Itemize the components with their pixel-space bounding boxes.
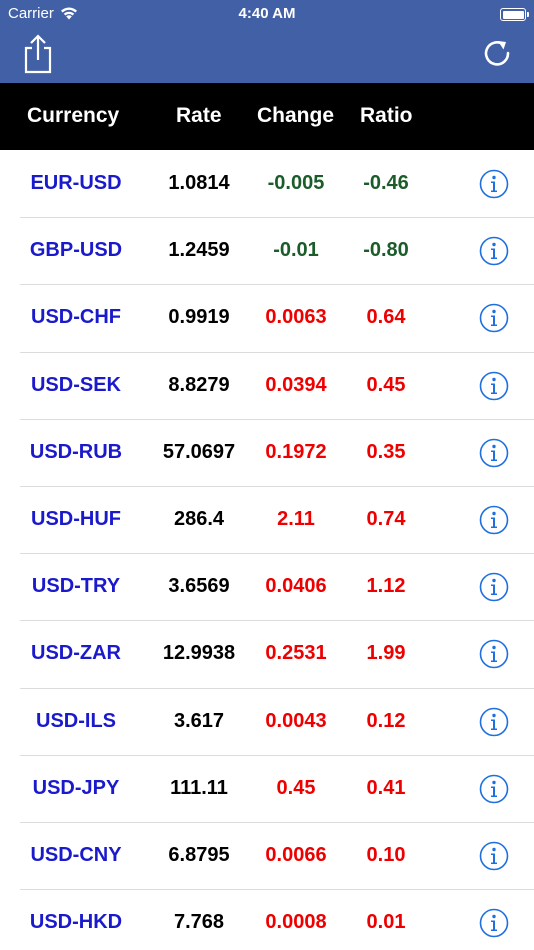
info-icon[interactable] xyxy=(479,841,509,871)
ratio-value: 0.10 xyxy=(366,843,406,866)
refresh-icon[interactable] xyxy=(482,38,512,68)
currency-pair: USD-HUF xyxy=(31,507,121,530)
currency-pair: USD-JPY xyxy=(32,776,120,799)
column-header-rate[interactable]: Rate xyxy=(176,104,222,128)
battery-icon xyxy=(500,8,529,21)
table-row[interactable]: USD-RUB 57.0697 0.1972 0.35 xyxy=(0,419,534,487)
change-value: 0.45 xyxy=(276,776,316,799)
change-value: 0.0066 xyxy=(265,843,327,866)
change-value: -0.005 xyxy=(267,172,325,194)
change-value: 0.2531 xyxy=(265,642,327,665)
ratio-value: 1.99 xyxy=(366,642,406,665)
rate-value: 12.9938 xyxy=(162,642,236,665)
ratio-value: 0.64 xyxy=(366,306,406,329)
table-row[interactable]: USD-ILS 3.617 0.0043 0.12 xyxy=(0,688,534,756)
info-icon[interactable] xyxy=(479,303,509,333)
info-icon[interactable] xyxy=(479,774,509,804)
info-icon[interactable] xyxy=(479,707,509,737)
change-value: 0.0043 xyxy=(265,709,327,732)
ratio-value: 1.12 xyxy=(366,575,406,598)
ratio-value: -0.80 xyxy=(363,239,409,262)
ratio-value: 0.12 xyxy=(366,709,406,732)
ratio-value: 0.01 xyxy=(366,911,406,934)
rate-value: 6.8795 xyxy=(168,843,230,866)
currency-pair: USD-HKD xyxy=(29,911,123,934)
change-value: 0.0008 xyxy=(265,911,327,934)
change-value: 2.11 xyxy=(277,507,315,530)
rate-value: 1.2459 xyxy=(168,239,230,262)
navigation-bar: Carrier 4:40 AM xyxy=(0,0,534,83)
rate-value: 0.9919 xyxy=(168,306,230,329)
info-icon[interactable] xyxy=(479,169,509,199)
info-icon[interactable] xyxy=(479,438,509,468)
rate-value: 8.8279 xyxy=(168,373,230,396)
info-icon[interactable] xyxy=(479,371,509,401)
rate-value: 3.6569 xyxy=(168,575,230,598)
change-value: 0.0406 xyxy=(265,575,327,598)
column-header-currency[interactable]: Currency xyxy=(27,104,119,128)
share-icon[interactable] xyxy=(22,34,54,74)
currency-pair: USD-TRY xyxy=(31,575,121,598)
currency-pair: USD-CHF xyxy=(31,306,121,329)
rate-value: 286.4 xyxy=(173,507,225,530)
table-row[interactable]: USD-CNY 6.8795 0.0066 0.10 xyxy=(0,822,534,891)
table-row[interactable]: USD-HUF 286.4 2.11 0.74 xyxy=(0,486,534,555)
column-header-change[interactable]: Change xyxy=(257,104,334,128)
currency-pair: EUR-USD xyxy=(30,172,122,194)
currency-pair: USD-CNY xyxy=(30,843,122,866)
table-row[interactable]: USD-CHF 0.9919 0.0063 0.64 xyxy=(0,284,534,353)
info-icon[interactable] xyxy=(479,639,509,669)
table-row[interactable]: USD-HKD 7.768 0.0008 0.01 xyxy=(0,889,534,950)
ratio-value: 0.41 xyxy=(366,776,406,799)
column-header-ratio[interactable]: Ratio xyxy=(360,104,413,128)
info-icon[interactable] xyxy=(479,908,509,938)
ratio-value: 0.45 xyxy=(366,373,406,396)
status-time: 4:40 AM xyxy=(238,5,296,22)
ratio-value: -0.46 xyxy=(363,172,409,194)
info-icon[interactable] xyxy=(479,572,509,602)
rate-value: 111.11 xyxy=(170,776,228,799)
rate-value: 3.617 xyxy=(173,709,225,732)
change-value: 0.1972 xyxy=(265,440,327,463)
change-value: -0.01 xyxy=(273,239,319,262)
ratio-value: 0.35 xyxy=(366,440,406,463)
rate-value: 7.768 xyxy=(173,911,225,934)
info-icon[interactable] xyxy=(479,236,509,266)
table-row[interactable]: USD-JPY 111.11 0.45 0.41 xyxy=(0,755,534,823)
currency-pair: GBP-USD xyxy=(29,239,123,262)
change-value: 0.0063 xyxy=(265,306,327,329)
status-bar: Carrier 4:40 AM xyxy=(0,0,534,28)
table-row[interactable]: USD-TRY 3.6569 0.0406 1.12 xyxy=(0,553,534,622)
table-row[interactable]: USD-ZAR 12.9938 0.2531 1.99 xyxy=(0,620,534,689)
currency-pair: USD-RUB xyxy=(29,440,123,463)
column-header-row: Currency Rate Change Ratio xyxy=(0,83,534,150)
table-row[interactable]: GBP-USD 1.2459 -0.01 -0.80 xyxy=(0,217,534,286)
rate-value: 1.0814 xyxy=(168,172,230,194)
currency-pair: USD-ZAR xyxy=(31,642,121,665)
currency-list: EUR-USD 1.0814 -0.005 -0.46 GBP-USD 1.2459 -0.… xyxy=(0,150,534,950)
change-value: 0.0394 xyxy=(265,373,327,396)
info-icon[interactable] xyxy=(479,505,509,535)
table-row[interactable]: EUR-USD 1.0814 -0.005 -0.46 xyxy=(0,150,534,219)
ratio-value: 0.74 xyxy=(366,507,406,530)
rate-value: 57.0697 xyxy=(162,440,236,463)
currency-pair: USD-ILS xyxy=(36,709,116,732)
table-row[interactable]: USD-SEK 8.8279 0.0394 0.45 xyxy=(0,352,534,420)
currency-pair: USD-SEK xyxy=(30,373,121,396)
